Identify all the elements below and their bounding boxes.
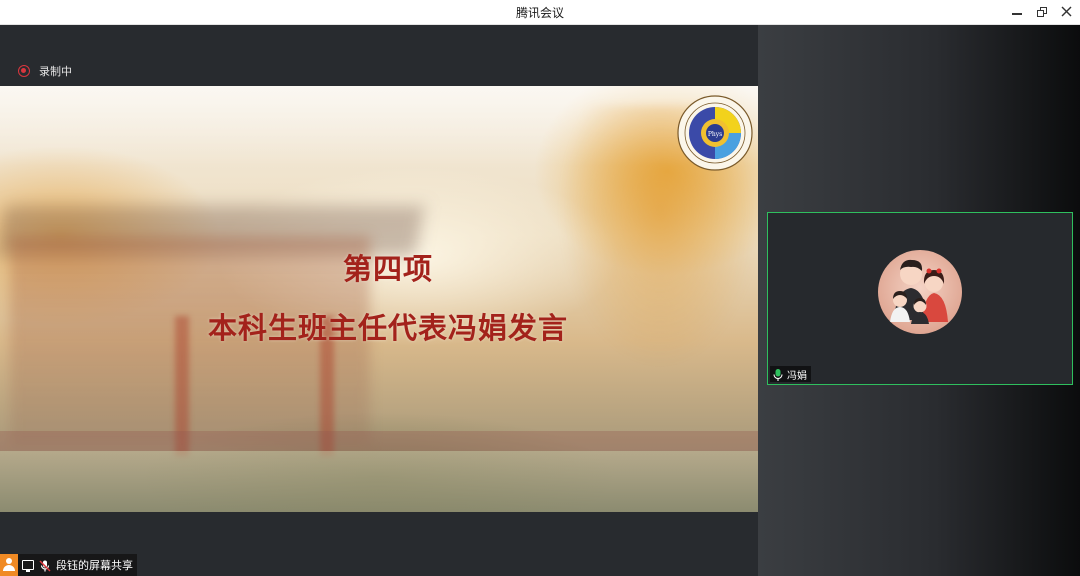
mic-muted-icon <box>38 558 52 572</box>
minimize-icon[interactable] <box>1006 2 1028 22</box>
participant-name: 冯娟 <box>787 370 807 382</box>
person-icon <box>0 554 18 576</box>
restore-icon[interactable] <box>1031 2 1053 22</box>
title-bar: 腾讯会议 <box>0 0 1080 25</box>
shared-slide: Phys 第四项 本科生班主任代表冯娟发言 <box>0 86 758 512</box>
mic-icon <box>772 367 784 381</box>
recording-indicator[interactable]: 录制中 <box>18 63 72 79</box>
svg-text:Phys: Phys <box>708 131 722 138</box>
meeting-window: 腾讯会议 录制中 Phys 第四项 本科生班主任代表冯娟发言 段钰的屏幕共享 冯… <box>0 0 1080 576</box>
close-icon[interactable] <box>1056 2 1078 22</box>
participant-name-tag: 冯娟 <box>770 366 811 382</box>
school-seal-logo: Phys <box>677 95 753 171</box>
recording-label: 录制中 <box>39 65 72 78</box>
screen-sharer-name: 段钰的屏幕共享 <box>56 559 133 572</box>
screen-share-icon <box>22 560 34 572</box>
participant-video-tile[interactable]: 冯娟 <box>767 212 1073 385</box>
slide-subtitle: 本科生班主任代表冯娟发言 <box>207 311 568 345</box>
record-icon <box>18 65 30 77</box>
slide-background <box>0 451 758 512</box>
window-title: 腾讯会议 <box>515 6 564 20</box>
screen-share-status[interactable]: 段钰的屏幕共享 <box>0 554 137 576</box>
slide-background <box>0 431 758 451</box>
avatar <box>878 250 962 334</box>
slide-title: 第四项 <box>342 252 433 286</box>
